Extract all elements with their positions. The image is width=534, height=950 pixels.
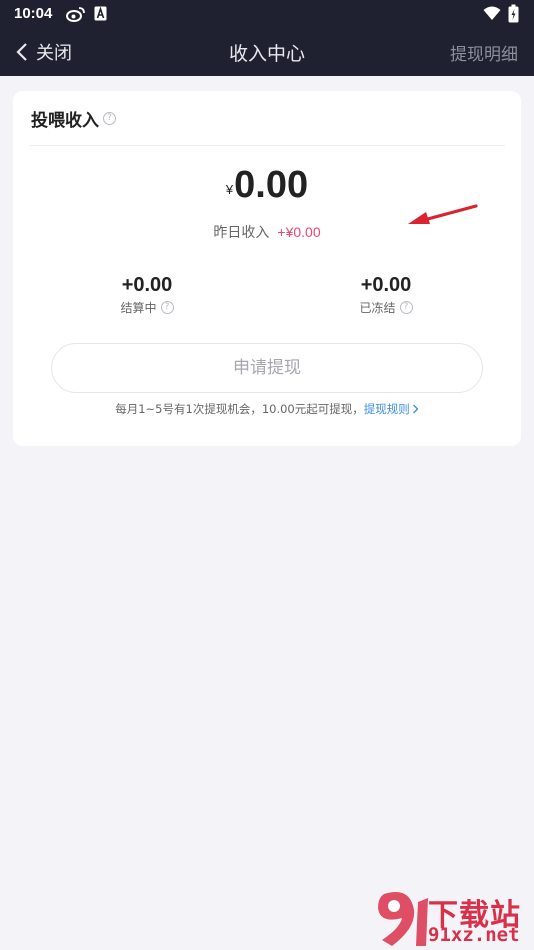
help-icon[interactable]: ? <box>160 301 174 314</box>
chevron-right-icon <box>412 404 419 414</box>
settling-label: 结算中 <box>120 301 157 315</box>
amount-value: 0.00 <box>234 164 309 206</box>
settling-value: +0.00 <box>121 274 173 296</box>
battery-icon <box>508 4 519 23</box>
divider <box>29 145 505 146</box>
income-card: 投喂收入 ? ¥0.00 昨日收入 +¥0.00 +0.00 结算中 ? +0.0… <box>13 91 521 446</box>
watermark: 下载站 91xz.net <box>370 888 534 950</box>
help-icon[interactable]: ? <box>399 301 413 314</box>
status-time: 10:04 <box>14 5 53 22</box>
help-icon[interactable]: ? <box>103 111 116 125</box>
card-title: 投喂收入 <box>31 110 99 131</box>
apply-withdraw-button[interactable]: 申请提现 <box>51 343 483 393</box>
note-text: 每月1~5号有1次提现机会，10.00元起可提现， <box>115 402 364 416</box>
site-logo-icon <box>378 892 428 946</box>
wifi-icon <box>483 6 501 20</box>
yesterday-value: +¥0.00 <box>277 224 321 240</box>
frozen-value: +0.00 <box>360 274 412 296</box>
yesterday-label: 昨日收入 <box>213 225 270 241</box>
withdraw-note: 每月1~5号有1次提现机会，10.00元起可提现，提现规则 <box>13 401 521 417</box>
watermark-url: 91xz.net <box>428 924 520 946</box>
settling-stat: +0.00 结算中 ? <box>67 274 227 316</box>
card-header: 投喂收入 ? <box>31 107 116 131</box>
withdraw-details-link[interactable]: 提现明细 <box>450 40 518 65</box>
a-badge-icon <box>94 6 107 21</box>
frozen-stat: +0.00 已冻结 ? <box>306 274 466 316</box>
weibo-icon <box>66 7 85 22</box>
withdraw-rules-link[interactable]: 提现规则 <box>364 402 419 416</box>
annotation-arrow-icon <box>408 204 478 224</box>
currency-symbol: ¥ <box>225 182 234 197</box>
nav-bar: 关闭 收入中心 提现明细 <box>0 28 534 76</box>
frozen-label: 已冻结 <box>359 301 396 315</box>
status-bar: 10:04 <box>0 0 534 28</box>
